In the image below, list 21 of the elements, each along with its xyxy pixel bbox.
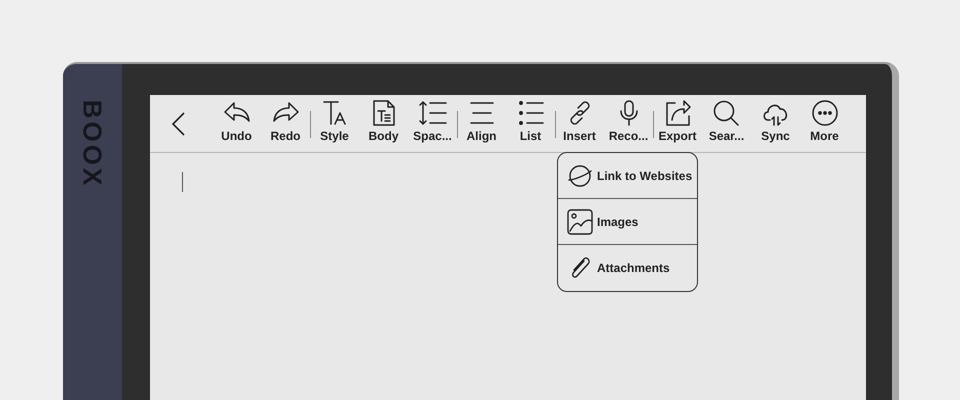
spacing-icon xyxy=(418,99,448,127)
toolbar-button[interactable]: Undo xyxy=(212,95,261,152)
toolbar-button[interactable]: Body xyxy=(359,95,408,152)
toolbar-button[interactable]: Spac... xyxy=(408,95,457,152)
toolbar-button[interactable]: Export xyxy=(653,95,702,152)
menu-item[interactable]: Images xyxy=(558,199,697,245)
toolbar-button[interactable]: Sear... xyxy=(702,95,751,152)
toolbar-button[interactable]: Style xyxy=(310,95,359,152)
toolbar-button[interactable]: Align xyxy=(457,95,506,152)
toolbar-button[interactable]: Insert xyxy=(555,95,604,152)
toolbar-button[interactable]: Sync xyxy=(751,95,800,152)
image-icon xyxy=(566,208,594,236)
menu-item[interactable]: Attachments xyxy=(558,245,697,291)
toolbar-button[interactable]: More xyxy=(800,95,849,152)
search-icon xyxy=(712,99,742,127)
toolbar-button[interactable]: Redo xyxy=(261,95,310,152)
text-cursor xyxy=(182,172,183,192)
toolbar-button[interactable]: Reco... xyxy=(604,95,653,152)
more-icon xyxy=(810,99,840,127)
menu-item[interactable]: Link to Websites xyxy=(558,153,697,199)
toolbar-button[interactable]: List xyxy=(506,95,555,152)
